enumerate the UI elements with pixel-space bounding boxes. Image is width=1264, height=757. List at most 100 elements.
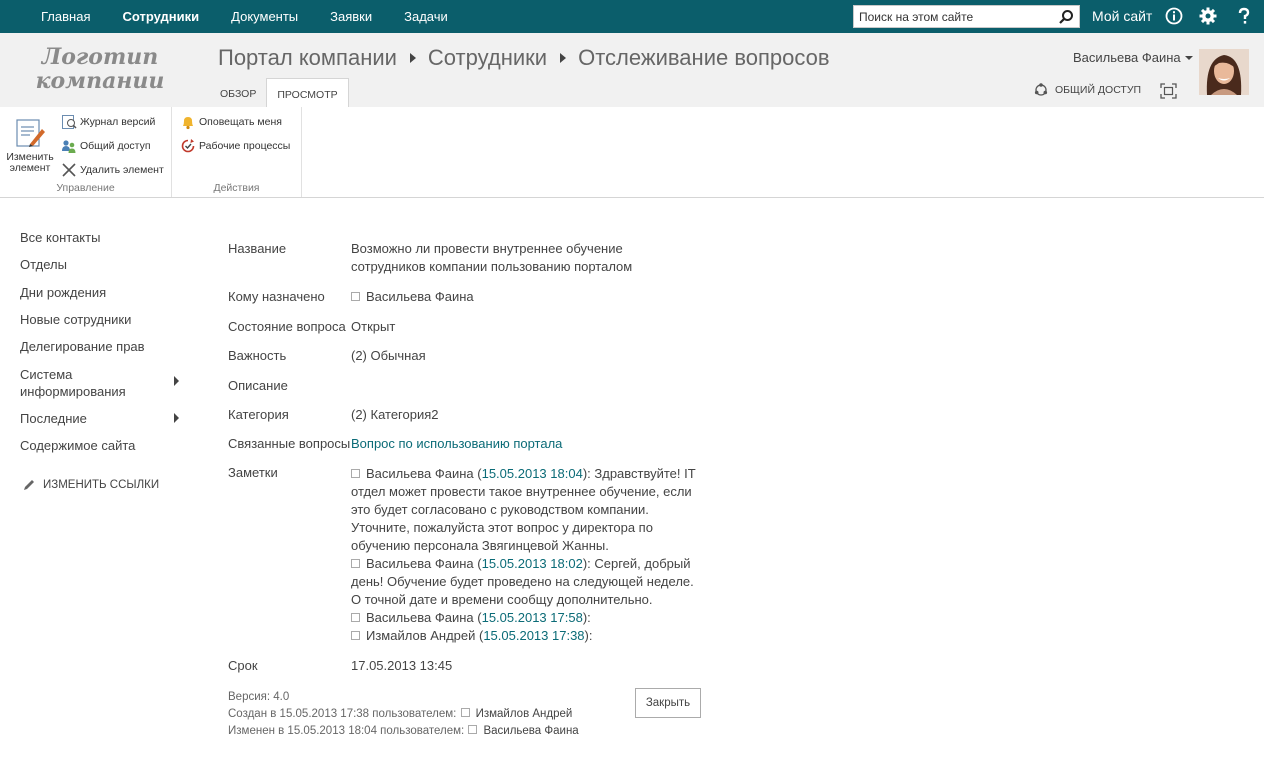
label-category: Категория [228,407,289,422]
share-icon [1034,83,1048,96]
workflow-icon [181,139,195,153]
help-icon[interactable] [1235,7,1253,25]
value-title: Возможно ли провести внутреннее обучение… [351,241,633,274]
topnav-requests[interactable]: Заявки [330,9,372,24]
note-author[interactable]: Васильева Фаина [366,610,474,625]
value-category: (2) Категория2 [351,407,439,422]
avatar[interactable] [1199,49,1249,95]
presence-indicator-icon [351,559,360,568]
people-icon [62,140,76,153]
note-date-link[interactable]: 15.05.2013 17:58 [482,610,583,625]
logo-line-2: компании [35,68,165,94]
created-info: Создан в 15.05.2013 17:38 пользователем:… [228,706,579,723]
group-title-manage: Управление [56,182,115,194]
label-description: Описание [228,378,288,393]
topnav-documents[interactable]: Документы [231,9,298,24]
topnav-employees[interactable]: Сотрудники [122,9,199,24]
ribbon-tabs: ОБЗОР ПРОСМОТР [210,78,349,107]
close-button[interactable]: Закрыть [635,688,701,718]
edit-item-icon [16,119,45,147]
nav-all-contacts[interactable]: Все контакты [20,229,185,246]
workflows-button[interactable]: Рабочие процессы [180,138,290,154]
nav-info-system[interactable]: Система информирования [20,366,140,400]
focus-content-icon[interactable] [1160,83,1177,99]
label-assigned: Кому назначено [228,289,325,304]
label-notes: Заметки [228,465,278,480]
note-entry: Васильева Фаина (15.05.2013 18:04): Здра… [351,466,696,553]
delete-item-button[interactable]: Удалить элемент [61,162,164,178]
workflows-label: Рабочие процессы [199,140,291,152]
my-site-link[interactable]: Мой сайт [1092,8,1152,24]
expand-arrow-icon[interactable] [174,376,179,386]
breadcrumb-employees[interactable]: Сотрудники [428,45,547,71]
modified-by[interactable]: Васильева Фаина [483,725,578,737]
label-related: Связанные вопросы [228,436,351,451]
value-priority: (2) Обычная [351,348,426,363]
modified-info: Изменен в 15.05.2013 18:04 пользователем… [228,723,579,740]
topnav-home[interactable]: Главная [41,9,90,24]
top-nav: Главная Сотрудники Документы Заявки Зада… [41,0,480,33]
breadcrumb-arrow-icon [409,53,416,63]
value-assigned: Васильева Фаина [351,288,696,306]
note-entry: Васильева Фаина (15.05.2013 18:02): Серг… [351,556,694,607]
page-header: Логотип компании Портал компании Сотрудн… [0,33,1264,107]
note-entry: Измайлов Андрей (15.05.2013 17:38): [351,627,696,645]
alert-me-label: Оповещать меня [199,116,282,128]
search-icon[interactable] [1058,9,1074,25]
group-title-actions: Действия [213,182,260,194]
user-name: Васильева Фаина [1073,50,1181,65]
nav-birthdays[interactable]: Дни рождения [20,284,185,301]
note-date-link[interactable]: 15.05.2013 18:04 [482,466,583,481]
created-by[interactable]: Измайлов Андрей [476,708,573,720]
note-author[interactable]: Васильева Фаина [366,466,474,481]
version-info: Версия: 4.0 Создан в 15.05.2013 17:38 по… [228,689,579,740]
note-date-link[interactable]: 15.05.2013 18:02 [482,556,583,571]
nav-delegation[interactable]: Делегирование прав [20,338,185,355]
tab-view[interactable]: ПРОСМОТР [266,78,349,107]
nav-info-system-label: Система информирования [20,367,126,399]
user-menu[interactable]: Васильева Фаина [1073,50,1193,65]
ribbon-group-manage: Изменить элемент Журнал версий Общий дос… [0,107,172,197]
presence-indicator-icon [351,631,360,640]
edit-item-label-2: элемент [9,162,51,174]
nav-recent[interactable]: Последние [20,410,185,427]
share-button[interactable]: ОБЩИЙ ДОСТУП [1034,83,1141,97]
note-entry: Васильева Фаина (15.05.2013 17:58): [351,609,696,627]
label-priority: Важность [228,348,287,363]
version-history-button[interactable]: Журнал версий [61,114,155,130]
presence-indicator-icon [351,613,360,622]
value-due: 17.05.2013 13:45 [351,658,453,673]
nav-departments[interactable]: Отделы [20,256,185,273]
breadcrumb-portal[interactable]: Портал компании [218,45,397,71]
assigned-user[interactable]: Васильева Фаина [366,289,474,304]
note-author[interactable]: Измайлов Андрей [366,628,475,643]
note-author[interactable]: Васильева Фаина [366,556,474,571]
bell-icon [183,117,193,130]
search-box [853,5,1080,28]
gear-icon[interactable] [1199,7,1217,25]
note-date-link[interactable]: 15.05.2013 17:38 [483,628,584,643]
share-label: ОБЩИЙ ДОСТУП [1055,84,1142,96]
logo-line-1: Логотип [41,44,159,70]
breadcrumb-arrow-icon [560,53,567,63]
presence-indicator-icon [351,292,360,301]
edit-item-button[interactable]: Изменить элемент [4,117,56,174]
alert-me-button[interactable]: Оповещать меня [180,114,282,130]
related-issue-link[interactable]: Вопрос по использованию портала [351,436,562,451]
presence-indicator-icon [460,708,470,717]
chevron-down-icon [1184,55,1193,60]
label-status: Состояние вопроса [228,319,346,334]
value-notes: Васильева Фаина (15.05.2013 18:04): Здра… [351,465,696,645]
help-info-icon[interactable] [1165,7,1183,25]
search-input[interactable] [854,6,1054,27]
edit-links-button[interactable]: ИЗМЕНИТЬ ССЫЛКИ [22,478,159,492]
presence-indicator-icon [468,725,478,734]
nav-site-contents[interactable]: Содержимое сайта [20,437,185,454]
ribbon: Изменить элемент Журнал версий Общий дос… [0,107,1264,198]
tab-browse[interactable]: ОБЗОР [210,78,266,107]
shared-with-button[interactable]: Общий доступ [61,138,151,154]
topnav-tasks[interactable]: Задачи [404,9,448,24]
expand-arrow-icon[interactable] [174,413,179,423]
company-logo[interactable]: Логотип компании [33,45,167,93]
nav-new-employees[interactable]: Новые сотрудники [20,311,185,328]
